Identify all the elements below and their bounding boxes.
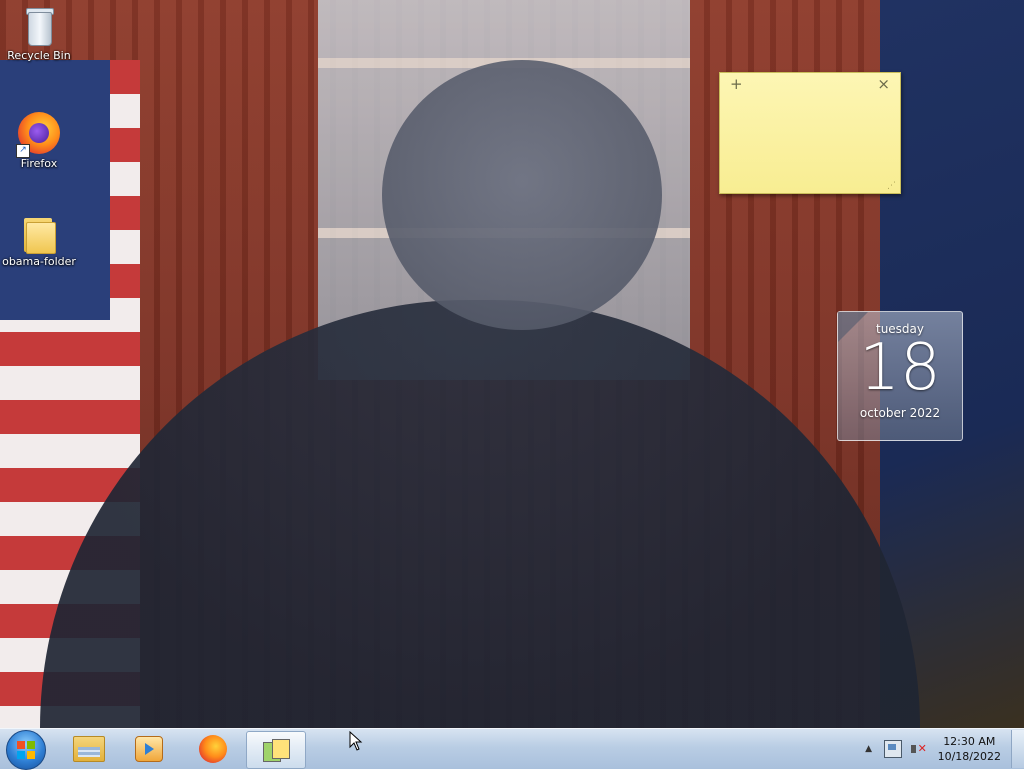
calendar-gadget[interactable]: tuesday 18 october 2022 <box>837 311 963 441</box>
folder-icon <box>73 736 105 762</box>
network-icon[interactable] <box>883 740 902 758</box>
desktop-icon-folder[interactable]: obama-folder <box>0 214 78 268</box>
desktop-icon-label: Recycle Bin <box>7 49 71 62</box>
taskbar: ▲ 12:30 AM 10/18/2022 <box>0 728 1024 770</box>
recycle-bin-icon <box>24 6 54 46</box>
folder-icon <box>22 214 56 254</box>
resize-grip-icon[interactable]: ⋰ <box>887 181 896 191</box>
sticky-note-toolbar: + × <box>720 73 900 95</box>
clock-date: 10/18/2022 <box>937 750 1001 763</box>
media-player-icon <box>135 736 163 762</box>
close-note-button[interactable]: × <box>877 75 890 93</box>
gadgets-icon <box>261 738 291 762</box>
desktop-icon-label: obama-folder <box>2 255 76 268</box>
taskbar-media-player-button[interactable] <box>120 731 178 767</box>
add-note-button[interactable]: + <box>730 75 743 93</box>
taskbar-clock[interactable]: 12:30 AM 10/18/2022 <box>938 734 1001 764</box>
desktop-icon-label: Firefox <box>20 157 58 170</box>
wallpaper-subject-placeholder-head <box>382 60 662 330</box>
show-desktop-button[interactable] <box>1011 730 1024 768</box>
show-hidden-icons-button[interactable]: ▲ <box>862 744 876 754</box>
calendar-month-year: october 2022 <box>859 406 941 420</box>
taskbar-gadgets-button[interactable] <box>246 731 306 769</box>
sticky-note-text[interactable] <box>720 95 900 167</box>
taskbar-firefox-button[interactable] <box>184 731 242 767</box>
wallpaper-flag-canton <box>0 60 110 320</box>
firefox-icon <box>199 735 227 763</box>
clock-time: 12:30 AM <box>943 735 996 748</box>
calendar-page-fold <box>838 312 868 342</box>
windows-logo-icon <box>17 741 35 759</box>
desktop-icon-recycle-bin[interactable]: Recycle Bin <box>0 6 78 62</box>
system-tray: ▲ 12:30 AM 10/18/2022 <box>862 729 1024 769</box>
sticky-note[interactable]: + × ⋰ <box>719 72 901 194</box>
volume-muted-icon[interactable] <box>910 741 927 757</box>
taskbar-windows-explorer-button[interactable] <box>60 731 118 767</box>
desktop-icon-firefox[interactable]: Firefox <box>0 112 78 170</box>
shortcut-arrow-icon: ↗ <box>16 144 30 158</box>
start-button[interactable] <box>6 730 46 770</box>
wallpaper-subject-placeholder <box>40 300 920 728</box>
calendar-day: 18 <box>859 331 941 405</box>
